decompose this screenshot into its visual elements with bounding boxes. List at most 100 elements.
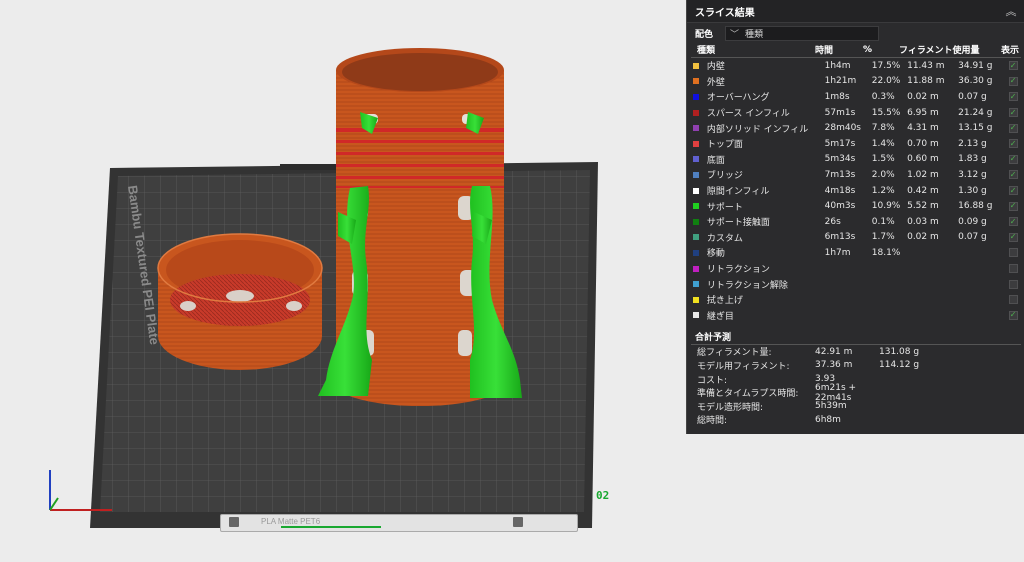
feature-label: 拭き上げ	[706, 296, 743, 307]
model-ring[interactable]	[157, 233, 323, 370]
color-swatch	[691, 249, 703, 256]
feature-row: オーバーハング 1m8s 0.3% 0.02 m 0.07 g ✓	[691, 89, 1021, 105]
display-checkbox[interactable]: ✓	[1008, 154, 1018, 164]
feature-weight: 0.09 g	[958, 216, 987, 227]
display-checkbox[interactable]	[1008, 279, 1018, 289]
feature-length: 0.03 m	[907, 216, 939, 227]
feature-label: 内部ソリッド インフィル	[706, 124, 809, 135]
summary-value-2: 131.08 g	[879, 346, 920, 357]
feature-percent: 10.9%	[871, 201, 901, 212]
feature-weight: 1.83 g	[958, 154, 987, 165]
display-checkbox[interactable]: ✓	[1008, 170, 1018, 180]
feature-label: リトラクション	[706, 265, 770, 276]
summary-label: 準備とタイムラプス時間:	[697, 389, 799, 400]
summary-list: 総フィラメント量: 42.91 m 131.08 g モデル用フィラメント: 37.36…	[687, 345, 1024, 427]
summary-value-1: 6h8m	[815, 414, 841, 425]
feature-time: 5m17s	[824, 138, 856, 149]
feature-length: 0.02 m	[907, 91, 939, 102]
feature-time: 1h4m	[824, 60, 851, 71]
display-checkbox[interactable]: ✓	[1008, 186, 1018, 196]
display-checkbox[interactable]: ✓	[1008, 217, 1018, 227]
display-checkbox[interactable]: ✓	[1008, 201, 1018, 211]
color-scheme-row: 配色 ﹀ 種類	[687, 25, 1024, 42]
summary-value-2: 114.12 g	[879, 360, 920, 371]
plate-number[interactable]: 02	[596, 489, 609, 502]
color-swatch	[691, 187, 703, 194]
chevron-down-icon: ﹀	[730, 30, 740, 40]
feature-time: 4m18s	[824, 185, 856, 196]
feature-row: 底面 5m34s 1.5% 0.60 m 1.83 g ✓	[691, 152, 1021, 168]
col-filament: フィラメント使用量	[899, 46, 980, 56]
feature-label: トップ面	[706, 140, 743, 151]
display-checkbox[interactable]	[1008, 264, 1018, 274]
feature-row: サポート 40m3s 10.9% 5.52 m 16.88 g ✓	[691, 198, 1021, 214]
feature-weight: 2.13 g	[958, 138, 987, 149]
feature-length: 11.88 m	[907, 76, 945, 87]
feature-length: 6.95 m	[907, 107, 939, 118]
feature-length: 0.60 m	[907, 154, 939, 165]
slice-results-panel: スライス結果 ︽ 配色 ﹀ 種類 種類 時間 % フィラメント使用量 表示 内壁…	[686, 0, 1024, 434]
feature-row: 移動 1h7m 18.1%	[691, 245, 1021, 261]
color-swatch	[691, 156, 703, 163]
display-checkbox[interactable]: ✓	[1008, 61, 1018, 71]
display-checkbox[interactable]: ✓	[1008, 108, 1018, 118]
feature-length: 0.02 m	[907, 232, 939, 243]
trash-icon[interactable]	[513, 517, 523, 527]
feature-label: カスタム	[706, 233, 743, 244]
summary-value-1: 5h39m	[815, 401, 847, 412]
display-checkbox[interactable]: ✓	[1008, 232, 1018, 242]
display-checkbox[interactable]: ✓	[1008, 310, 1018, 320]
plate-toolbar[interactable]: PLA Matte PET6	[220, 514, 578, 532]
feature-weight: 0.07 g	[958, 232, 987, 243]
feature-length: 11.43 m	[907, 60, 945, 71]
feature-label: リトラクション解除	[706, 280, 788, 291]
display-checkbox[interactable]: ✓	[1008, 92, 1018, 102]
feature-row: スパース インフィル 57m1s 15.5% 6.95 m 21.24 g ✓	[691, 105, 1021, 121]
feature-weight: 0.07 g	[958, 91, 987, 102]
summary-label: モデル用フィラメント:	[697, 361, 790, 372]
summary-row: 総時間: 6h8m	[691, 413, 1021, 427]
feature-table: 内壁 1h4m 17.5% 11.43 m 34.91 g ✓ 外壁 1h21m 22.0% 11…	[687, 58, 1024, 323]
color-scheme-label: 配色	[695, 30, 714, 40]
display-checkbox[interactable]	[1008, 248, 1018, 258]
col-percent: %	[863, 44, 873, 55]
feature-row: 拭き上げ	[691, 292, 1021, 308]
feature-row: 隙間インフィル 4m18s 1.2% 0.42 m 1.30 g ✓	[691, 183, 1021, 199]
summary-row: 総フィラメント量: 42.91 m 131.08 g	[691, 345, 1021, 359]
feature-percent: 1.5%	[871, 154, 895, 165]
summary-title: 合計予測	[691, 330, 1021, 346]
feature-label: 底面	[706, 155, 725, 166]
display-checkbox[interactable]	[1008, 295, 1018, 305]
display-checkbox[interactable]: ✓	[1008, 123, 1018, 133]
color-scheme-select[interactable]: ﹀ 種類	[725, 26, 879, 41]
feature-row: リトラクション解除	[691, 276, 1021, 292]
feature-weight: 1.30 g	[958, 185, 987, 196]
feature-weight: 36.30 g	[958, 76, 993, 87]
feature-time: 7m13s	[824, 169, 856, 180]
color-swatch	[691, 140, 703, 147]
feature-percent: 1.4%	[871, 138, 895, 149]
feature-percent: 1.7%	[871, 232, 895, 243]
feature-percent: 22.0%	[871, 76, 901, 87]
slider-track[interactable]	[281, 526, 381, 528]
display-checkbox[interactable]: ✓	[1008, 76, 1018, 86]
feature-weight: 13.15 g	[958, 123, 993, 134]
feature-label: サポート接触面	[706, 218, 770, 229]
collapse-icon[interactable]: ︽	[1005, 3, 1017, 19]
feature-label: 移動	[706, 249, 725, 260]
feature-percent: 18.1%	[871, 247, 901, 258]
feature-label: スパース インフィル	[706, 109, 790, 120]
feature-weight: 34.91 g	[958, 60, 993, 71]
feature-row: ブリッジ 7m13s 2.0% 1.02 m 3.12 g ✓	[691, 167, 1021, 183]
display-checkbox[interactable]: ✓	[1008, 139, 1018, 149]
color-swatch	[691, 203, 703, 210]
feature-row: リトラクション	[691, 261, 1021, 277]
color-swatch	[691, 109, 703, 116]
feature-label: ブリッジ	[706, 171, 743, 182]
feature-row: 継ぎ目 ✓	[691, 308, 1021, 324]
feature-time: 40m3s	[824, 201, 856, 212]
summary-label: モデル造形時間:	[697, 402, 764, 413]
feature-weight: 3.12 g	[958, 169, 987, 180]
lock-icon[interactable]	[229, 517, 239, 527]
feature-time: 28m40s	[824, 123, 861, 134]
